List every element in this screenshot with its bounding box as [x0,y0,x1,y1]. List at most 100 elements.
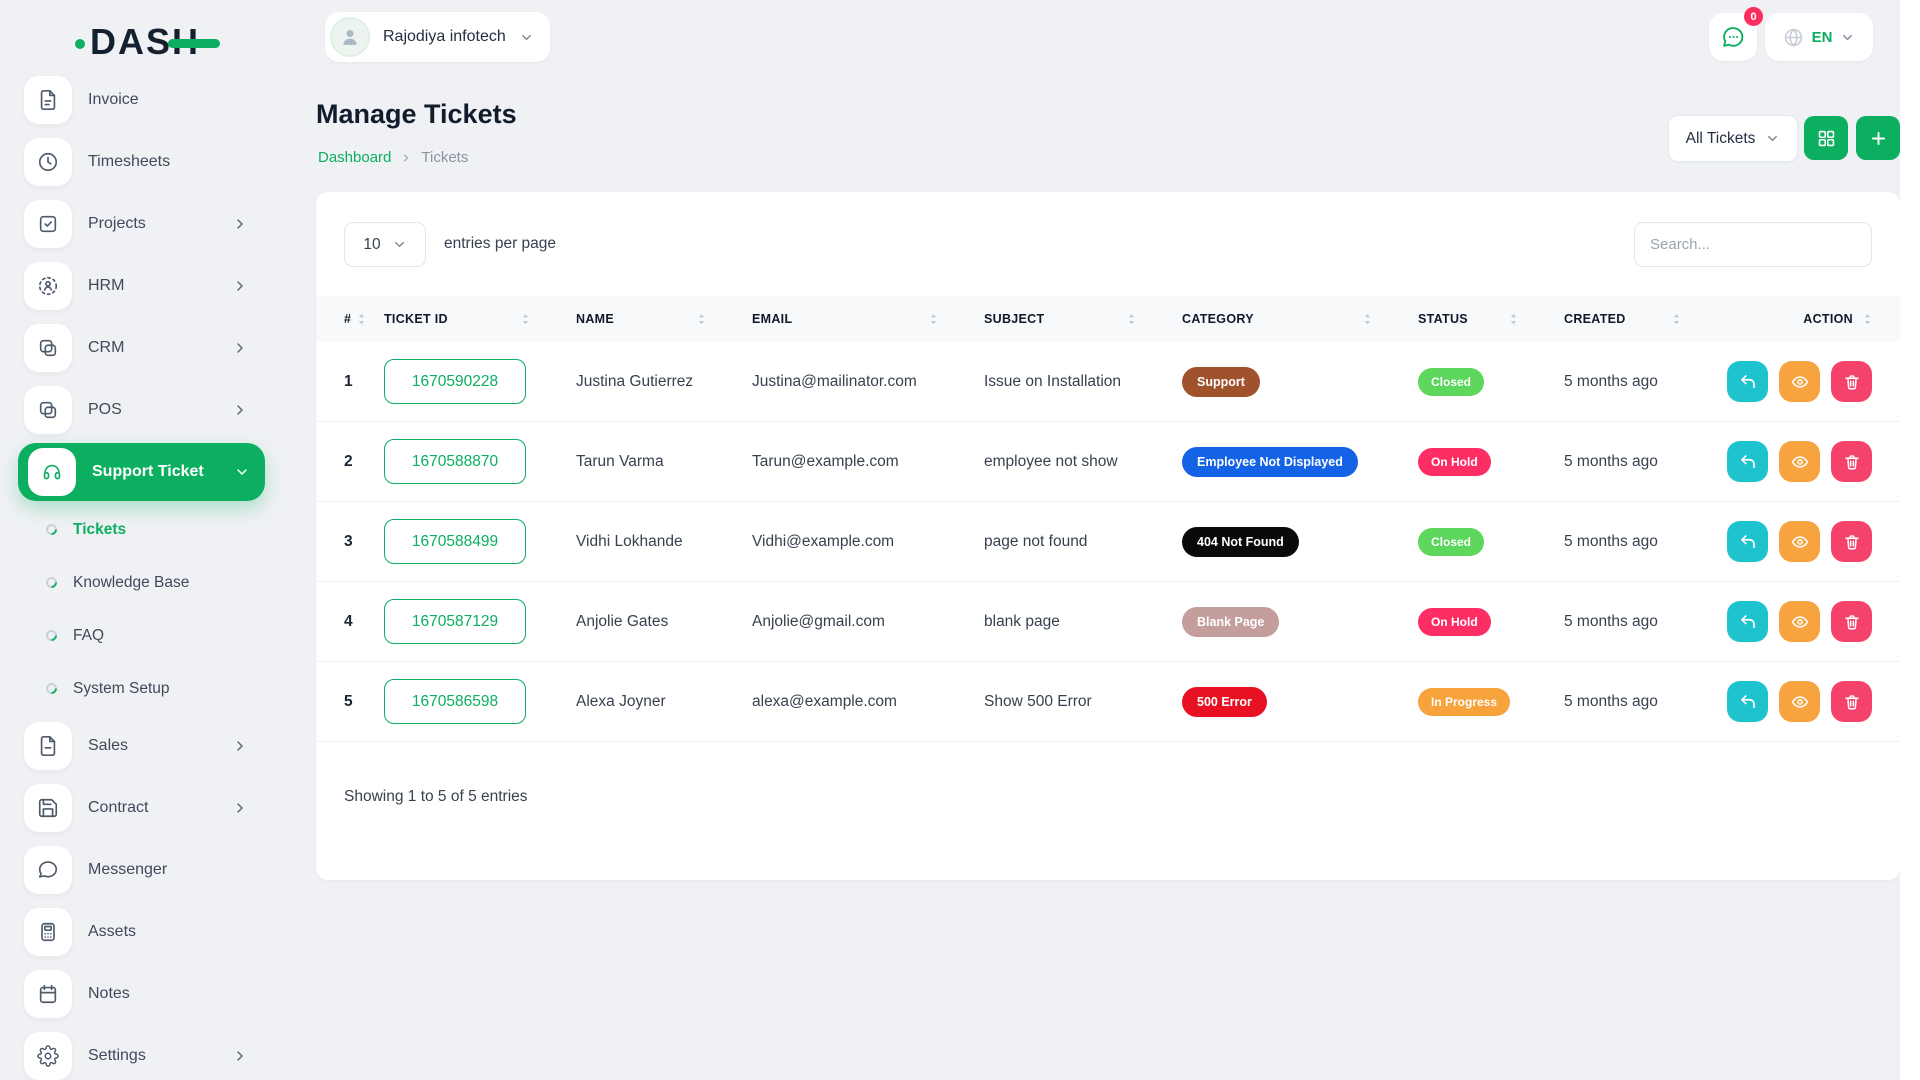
column-label: NAME [576,312,614,326]
sidebar-item-sales[interactable]: Sales [0,715,266,777]
category-badge: 500 Error [1182,687,1267,717]
headset-icon [28,448,76,496]
sidebar-item-label: CRM [88,339,124,357]
view-button[interactable] [1779,361,1820,402]
dash-logo[interactable]: DASH [75,24,220,60]
sort-icon [1127,312,1136,327]
reply-button[interactable] [1727,521,1768,562]
sidebar-item-support-ticket[interactable]: Support Ticket [18,443,265,501]
sidebar-subitem-tickets[interactable]: Tickets [0,503,266,556]
sidebar: Invoice Timesheets Projects HRM CRM POS … [0,69,266,1080]
table-row: 3 1670588499 Vidhi Lokhande Vidhi@exampl… [316,502,1900,582]
sort-icon [1363,312,1372,327]
sidebar-item-contract[interactable]: Contract [0,777,266,839]
sidebar-item-hrm[interactable]: HRM [0,255,266,317]
ticket-created: 5 months ago [1564,613,1727,631]
grid-view-button[interactable] [1804,116,1848,160]
chevron-down-icon [519,30,534,45]
ticket-id-button[interactable]: 1670588870 [384,439,526,484]
ticket-id-button[interactable]: 1670588499 [384,519,526,564]
delete-button[interactable] [1831,361,1872,402]
breadcrumb: Dashboard Tickets [318,149,468,166]
ticket-created: 5 months ago [1564,693,1727,711]
projects-icon [24,200,72,248]
reply-button[interactable] [1727,441,1768,482]
trash-icon [1843,453,1861,471]
delete-button[interactable] [1831,441,1872,482]
column-header-email[interactable]: EMAIL [752,312,984,327]
chevron-right-icon [232,402,248,418]
ticket-name: Alexa Joyner [576,693,752,711]
language-selector[interactable]: EN [1765,13,1873,61]
breadcrumb-dashboard-link[interactable]: Dashboard [318,149,391,166]
sidebar-item-notes[interactable]: Notes [0,963,266,1025]
sidebar-item-crm[interactable]: CRM [0,317,266,379]
ticket-email: Anjolie@gmail.com [752,613,984,631]
add-ticket-button[interactable] [1856,116,1900,160]
scrollbar[interactable] [1900,0,1920,1080]
column-label: STATUS [1418,312,1468,326]
company-selector[interactable]: Rajodiya infotech [325,12,550,62]
contract-icon [24,784,72,832]
crm-icon [24,324,72,372]
view-button[interactable] [1779,601,1820,642]
ticket-filter-select[interactable]: All Tickets [1668,115,1798,162]
column-header-subject[interactable]: SUBJECT [984,312,1182,327]
column-header-name[interactable]: NAME [576,312,752,327]
ticket-id-button[interactable]: 1670586598 [384,679,526,724]
corner-up-left-icon [1739,533,1757,551]
trash-icon [1843,613,1861,631]
search-input[interactable] [1634,222,1872,267]
view-button[interactable] [1779,441,1820,482]
circle-icon [44,628,60,644]
clock-icon [24,138,72,186]
sidebar-item-invoice[interactable]: Invoice [0,69,266,131]
chat-icon [1721,25,1746,50]
sidebar-subitem-faq[interactable]: FAQ [0,609,266,662]
sidebar-subitem-knowledge-base[interactable]: Knowledge Base [0,556,266,609]
ticket-subject: blank page [984,613,1182,631]
ticket-id-button[interactable]: 1670590228 [384,359,526,404]
column-header-action[interactable]: ACTION [1727,312,1872,327]
eye-icon [1791,693,1809,711]
table-row: 5 1670586598 Alexa Joyner alexa@example.… [316,662,1900,742]
delete-button[interactable] [1831,521,1872,562]
column-header-row-number[interactable]: # [344,312,384,327]
row-number: 3 [344,533,384,551]
sidebar-item-messenger[interactable]: Messenger [0,839,266,901]
invoice-icon [24,76,72,124]
messages-button[interactable]: 0 [1709,13,1757,61]
reply-button[interactable] [1727,681,1768,722]
delete-button[interactable] [1831,601,1872,642]
column-header-created[interactable]: CREATED [1564,312,1727,327]
ticket-subject: employee not show [984,453,1182,471]
delete-button[interactable] [1831,681,1872,722]
column-label: # [344,312,351,326]
column-header-ticket-id[interactable]: TICKET ID [384,312,576,327]
sidebar-item-pos[interactable]: POS [0,379,266,441]
status-badge: In Progress [1418,688,1510,716]
reply-button[interactable] [1727,361,1768,402]
view-button[interactable] [1779,521,1820,562]
sidebar-item-settings[interactable]: Settings [0,1025,266,1080]
sidebar-item-projects[interactable]: Projects [0,193,266,255]
row-actions [1727,681,1872,722]
sidebar-item-label: Sales [88,737,128,755]
column-header-status[interactable]: STATUS [1418,312,1564,327]
status-badge: On Hold [1418,448,1491,476]
page-size-select[interactable]: 10 [344,222,426,267]
ticket-id-button[interactable]: 1670587129 [384,599,526,644]
column-header-category[interactable]: CATEGORY [1182,312,1418,327]
reply-button[interactable] [1727,601,1768,642]
sidebar-subitem-system-setup[interactable]: System Setup [0,662,266,715]
chevron-down-icon [1840,30,1855,45]
ticket-created: 5 months ago [1564,533,1727,551]
category-badge: Employee Not Displayed [1182,447,1358,477]
sidebar-item-label: HRM [88,277,124,295]
view-button[interactable] [1779,681,1820,722]
sidebar-item-assets[interactable]: Assets [0,901,266,963]
sidebar-subitem-label: System Setup [73,680,170,698]
ticket-email: Tarun@example.com [752,453,984,471]
sidebar-item-timesheets[interactable]: Timesheets [0,131,266,193]
row-actions [1727,441,1872,482]
